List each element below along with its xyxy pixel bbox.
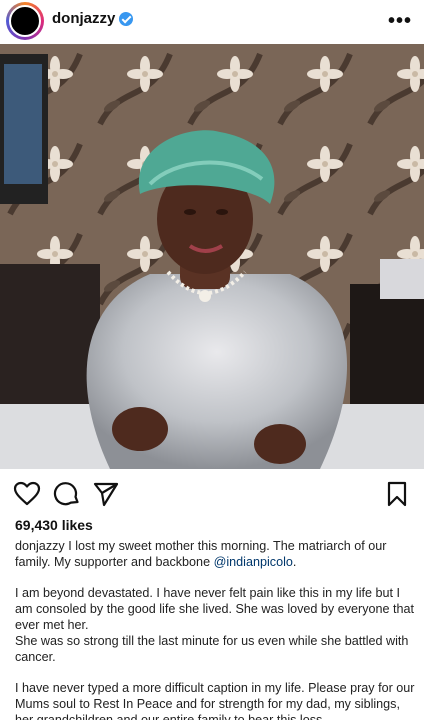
action-bar [0, 480, 424, 512]
verified-badge-icon [119, 11, 134, 26]
caption-paragraph-1: donjazzy I lost my sweet mother this mor… [15, 538, 415, 570]
post-photo-illustration [0, 44, 424, 469]
caption: donjazzy I lost my sweet mother this mor… [15, 538, 415, 720]
caption-mention[interactable]: @indianpicolo [214, 555, 293, 569]
caption-paragraph-4: I have never typed a more difficult capt… [15, 681, 415, 720]
send-icon[interactable] [92, 480, 120, 508]
likes-count[interactable]: 69,430 likes [15, 517, 93, 533]
story-ring[interactable] [6, 2, 44, 40]
username-row: donjazzy [52, 10, 134, 27]
caption-paragraph-3: She was so strong till the last minute f… [15, 634, 409, 664]
caption-text-1: I lost my sweet mother this morning. The… [15, 539, 387, 569]
caption-username[interactable]: donjazzy [15, 539, 65, 553]
bookmark-icon[interactable] [383, 480, 411, 508]
heart-icon[interactable] [13, 480, 41, 508]
comment-icon[interactable] [53, 480, 81, 508]
caption-text-1-end: . [292, 555, 297, 569]
caption-paragraph-2: I am beyond devastated. I have never fel… [15, 586, 415, 632]
post-header: donjazzy ••• [0, 0, 424, 40]
more-options-icon[interactable]: ••• [388, 10, 412, 33]
post-photo[interactable] [0, 44, 424, 469]
avatar[interactable] [9, 5, 41, 37]
username[interactable]: donjazzy [52, 10, 115, 27]
